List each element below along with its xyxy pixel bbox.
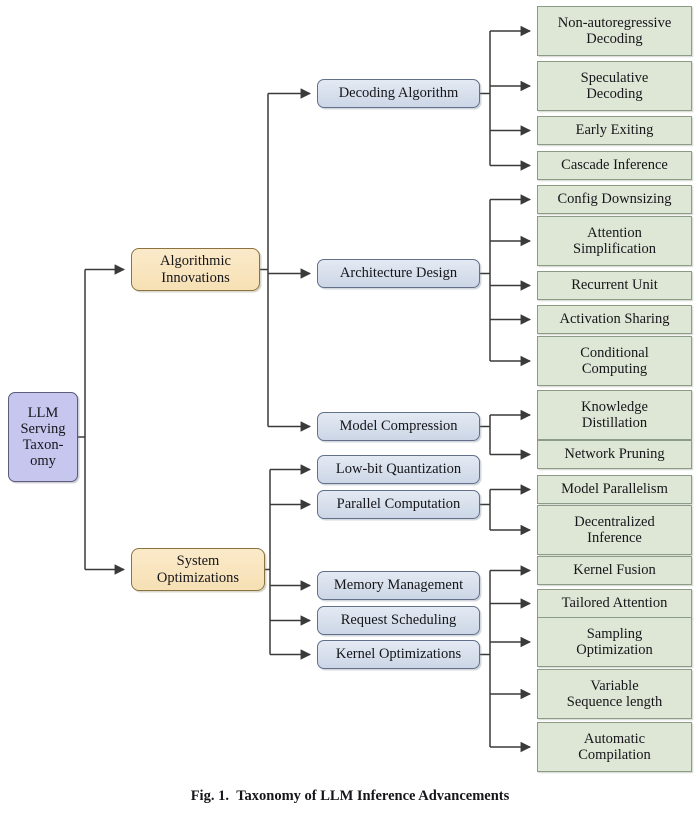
- node-variable-sequence-length[interactable]: Variable Sequence length: [537, 669, 692, 719]
- node-parallel-computation[interactable]: Parallel Computation: [317, 490, 480, 519]
- node-non-autoregressive-decoding[interactable]: Non-autoregressive Decoding: [537, 6, 692, 56]
- node-llm-serving-taxonomy[interactable]: LLM Serving Taxon- omy: [8, 392, 78, 482]
- node-automatic-compilation[interactable]: Automatic Compilation: [537, 722, 692, 772]
- node-model-parallelism[interactable]: Model Parallelism: [537, 475, 692, 504]
- node-speculative-decoding[interactable]: Speculative Decoding: [537, 61, 692, 111]
- figure-caption: Fig. 1. Taxonomy of LLM Inference Advanc…: [0, 788, 700, 805]
- node-algorithmic-innovations[interactable]: Algorithmic Innovations: [131, 248, 260, 291]
- node-early-exiting[interactable]: Early Exiting: [537, 116, 692, 145]
- node-network-pruning[interactable]: Network Pruning: [537, 440, 692, 469]
- node-sampling-optimization[interactable]: Sampling Optimization: [537, 617, 692, 667]
- node-request-scheduling[interactable]: Request Scheduling: [317, 606, 480, 635]
- node-architecture-design[interactable]: Architecture Design: [317, 259, 480, 288]
- node-attention-simplification[interactable]: Attention Simplification: [537, 216, 692, 266]
- node-kernel-fusion[interactable]: Kernel Fusion: [537, 556, 692, 585]
- figure-caption-title: Taxonomy of LLM Inference Advancements: [236, 788, 510, 804]
- node-knowledge-distillation[interactable]: Knowledge Distillation: [537, 390, 692, 440]
- node-cascade-inference[interactable]: Cascade Inference: [537, 151, 692, 180]
- taxonomy-figure: LLM Serving Taxon- omy Algorithmic Innov…: [0, 0, 700, 819]
- node-model-compression[interactable]: Model Compression: [317, 412, 480, 441]
- node-recurrent-unit[interactable]: Recurrent Unit: [537, 271, 692, 300]
- node-activation-sharing[interactable]: Activation Sharing: [537, 305, 692, 334]
- node-decoding-algorithm[interactable]: Decoding Algorithm: [317, 79, 480, 108]
- node-low-bit-quantization[interactable]: Low-bit Quantization: [317, 455, 480, 484]
- node-system-optimizations[interactable]: System Optimizations: [131, 548, 265, 591]
- figure-caption-label: Fig. 1.: [190, 788, 229, 804]
- node-memory-management[interactable]: Memory Management: [317, 571, 480, 600]
- node-tailored-attention[interactable]: Tailored Attention: [537, 589, 692, 618]
- node-kernel-optimizations[interactable]: Kernel Optimizations: [317, 640, 480, 669]
- node-config-downsizing[interactable]: Config Downsizing: [537, 185, 692, 214]
- node-conditional-computing[interactable]: Conditional Computing: [537, 336, 692, 386]
- node-decentralized-inference[interactable]: Decentralized Inference: [537, 505, 692, 555]
